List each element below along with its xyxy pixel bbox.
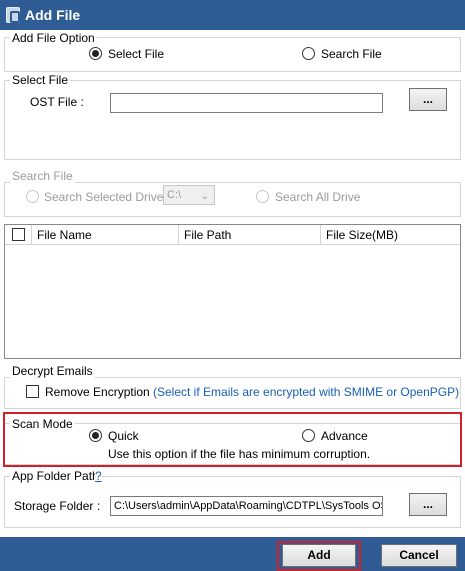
column-file-path[interactable]: File Path xyxy=(178,225,320,245)
scan-mode-highlight xyxy=(3,412,462,467)
search-file-label[interactable]: Search File xyxy=(321,47,382,61)
cancel-button[interactable]: Cancel xyxy=(381,544,457,567)
ost-browse-button[interactable]: ... xyxy=(409,88,447,111)
file-list-header: File Name File Path File Size(MB) xyxy=(5,225,460,245)
select-file-label[interactable]: Select File xyxy=(108,47,164,61)
remove-encryption-label[interactable]: Remove Encryption xyxy=(45,385,150,399)
search-file-radio[interactable] xyxy=(302,47,315,60)
dialog-body: Add File Option Select File Search File … xyxy=(0,30,465,537)
storage-browse-button[interactable]: ... xyxy=(409,493,447,516)
encryption-hint: (Select if Emails are encrypted with SMI… xyxy=(153,385,460,399)
drive-select-value: C:\ xyxy=(167,189,182,201)
decrypt-emails-legend: Decrypt Emails xyxy=(10,364,95,378)
search-file-legend: Search File xyxy=(10,169,75,183)
column-file-name[interactable]: File Name xyxy=(31,225,178,245)
title-bar: Add File xyxy=(0,0,465,30)
window-title: Add File xyxy=(25,7,81,23)
ost-file-label: OST File : xyxy=(30,95,84,109)
select-file-group xyxy=(4,80,461,160)
app-folder-help-link[interactable]: ? xyxy=(95,469,102,483)
app-folder-legend: App Folder Path xyxy=(10,469,101,483)
add-file-option-legend: Add File Option xyxy=(10,31,97,45)
action-bar: Add Cancel xyxy=(0,537,465,571)
column-file-size[interactable]: File Size(MB) xyxy=(320,225,460,245)
storage-folder-colon: : xyxy=(97,499,101,513)
search-selected-drive-label[interactable]: Search Selected Drive xyxy=(44,190,163,204)
select-all-checkbox[interactable] xyxy=(12,228,25,241)
storage-folder-input[interactable]: C:\Users\admin\AppData\Roaming\CDTPL\Sys… xyxy=(110,496,383,516)
remove-encryption-checkbox[interactable] xyxy=(26,385,39,398)
select-file-radio[interactable] xyxy=(89,47,102,60)
file-list-table[interactable]: File Name File Path File Size(MB) xyxy=(4,224,461,359)
search-all-drive-label[interactable]: Search All Drive xyxy=(275,190,360,204)
storage-folder-label: Storage Folder xyxy=(14,499,94,513)
ost-file-input[interactable] xyxy=(110,93,383,113)
chevron-down-icon: ⌄ xyxy=(200,191,209,202)
search-all-drive-radio[interactable] xyxy=(256,190,269,203)
app-icon xyxy=(6,7,20,23)
select-file-legend: Select File xyxy=(10,73,71,87)
add-button[interactable]: Add xyxy=(282,544,356,567)
search-selected-drive-radio[interactable] xyxy=(26,190,39,203)
drive-select[interactable]: C:\ ⌄ xyxy=(163,185,215,205)
